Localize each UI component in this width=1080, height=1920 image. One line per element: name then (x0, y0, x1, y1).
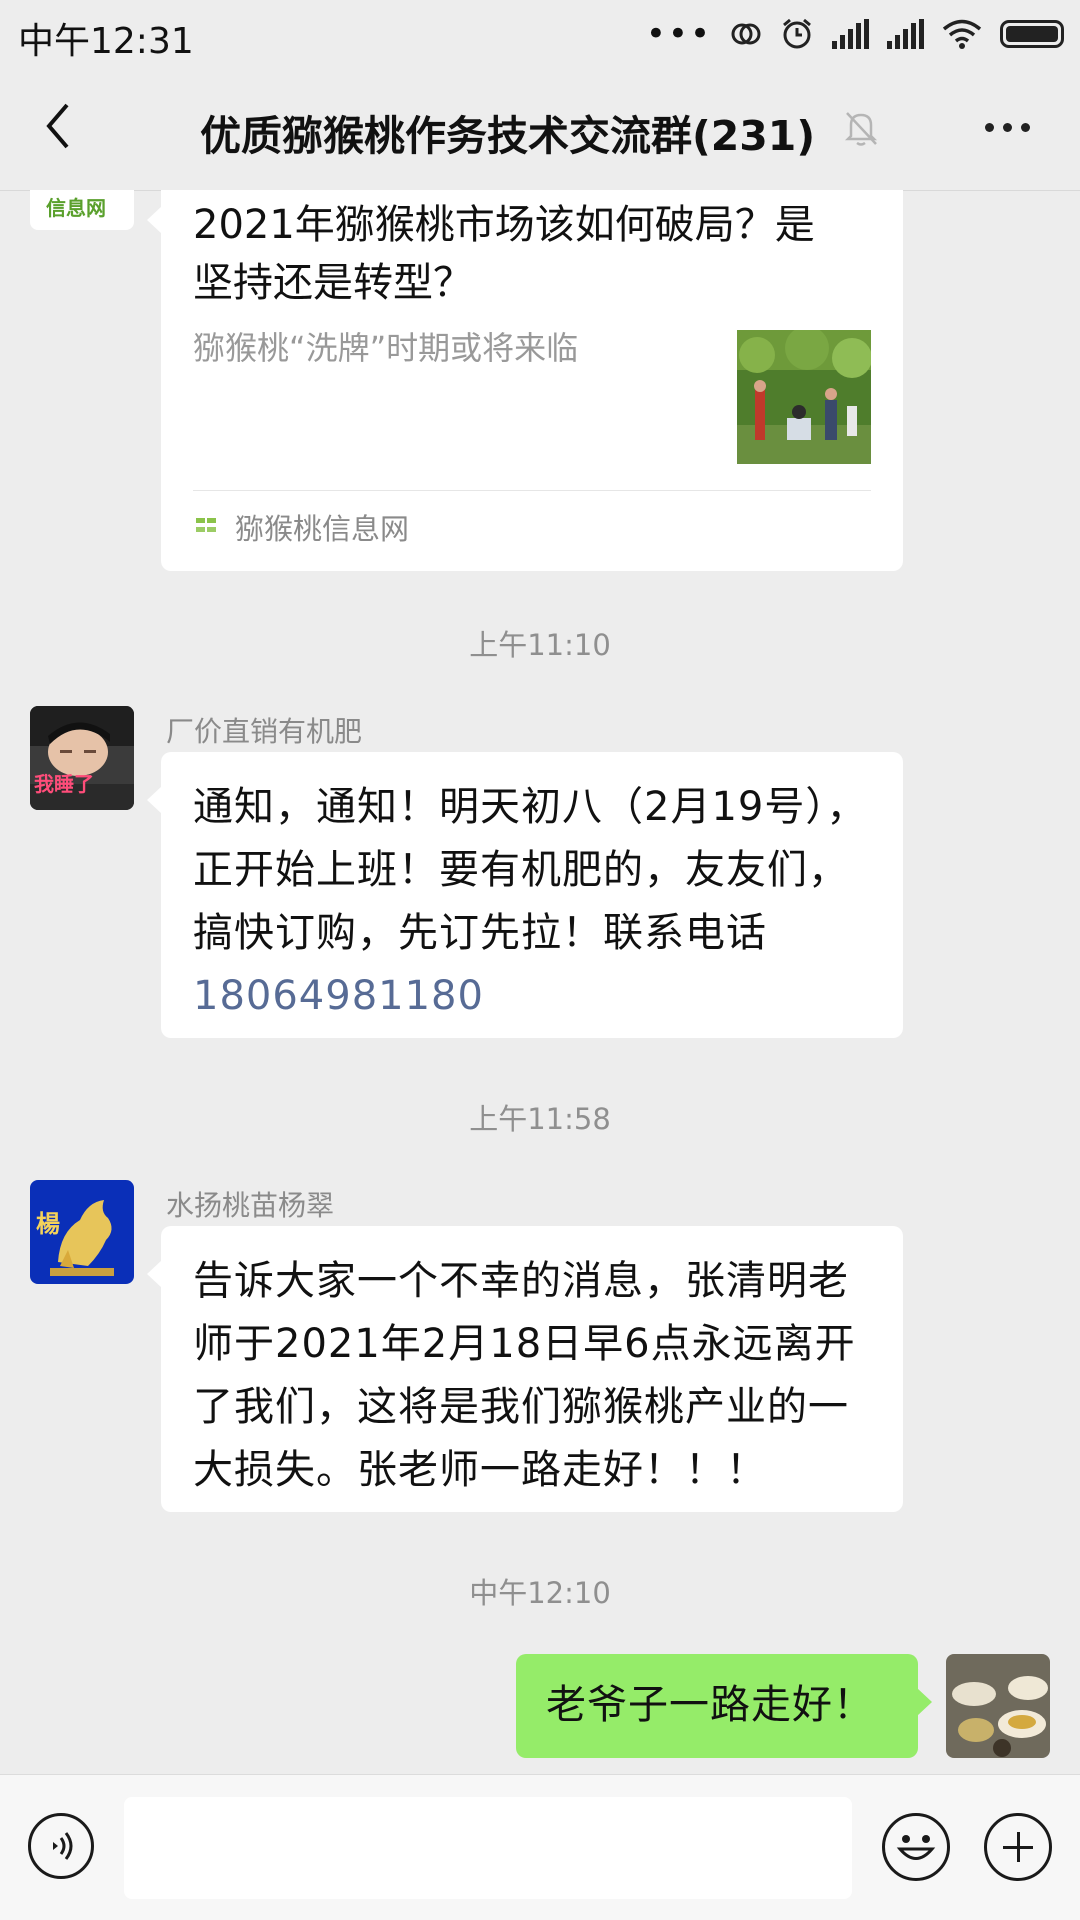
emoji-icon (896, 1835, 936, 1860)
sender-name: 厂价直销有机肥 (166, 715, 363, 748)
status-icons: ••• (646, 14, 1064, 54)
link-card-source: 猕猴桃信息网 (235, 512, 410, 546)
voice-icon (53, 1832, 73, 1860)
title-bar: 优质猕猴桃作务技术交流群(231) (0, 66, 1080, 191)
link-icon (731, 23, 761, 45)
message-input[interactable] (124, 1797, 852, 1899)
chat-screen: 中午12:31 ••• 优质猕猴桃作务技术交流群(231) 信息网 2021年猕… (0, 0, 1080, 1920)
chat-title: 优质猕猴桃作务技术交流群(231) (200, 112, 816, 160)
message-text: 告诉大家一个不幸的消息，张清明老师于2021年2月18日早6点永远离开了我们，这… (193, 1258, 856, 1493)
message-text: 老爷子一路走好！ (546, 1682, 874, 1728)
battery-icon (1000, 20, 1064, 48)
dot (1002, 122, 1012, 132)
signal-icon (887, 19, 924, 49)
avatar-caption: 我睡了 (34, 772, 94, 796)
avatar[interactable]: 我睡了 (30, 706, 134, 810)
timestamp: 中午12:10 (469, 1576, 611, 1610)
voice-button[interactable] (28, 1813, 94, 1879)
wifi-icon (942, 19, 982, 49)
bell-muted-icon (844, 112, 878, 146)
message-body: 通知，通知！明天初八（2月19号），正开始上班！要有机肥的，友友们，搞快订购，先… (193, 784, 868, 956)
avatar[interactable]: 楊 (30, 1180, 134, 1284)
link-card-description: 猕猴桃“洗牌”时期或将来临 (193, 329, 579, 367)
dot (1020, 122, 1030, 132)
status-time: 中午12:31 (18, 21, 194, 62)
link-card[interactable]: 2021年猕猴桃市场该如何破局？是坚持还是转型？ 猕猴桃“洗牌”时期或将来临 猕… (147, 190, 903, 571)
message-text: 通知，通知！明天初八（2月19号），正开始上班！要有机肥的，友友们，搞快订购，先… (193, 776, 875, 1028)
input-bar (0, 1774, 1080, 1920)
message-bubble-self[interactable]: 老爷子一路走好！ (516, 1654, 932, 1758)
message-bubble[interactable]: 通知，通知！明天初八（2月19号），正开始上班！要有机肥的，友友们，搞快订购，先… (147, 752, 903, 1038)
back-button[interactable] (28, 96, 88, 156)
timestamp: 上午11:10 (469, 628, 611, 662)
avatar-self[interactable] (946, 1654, 1050, 1758)
message-list[interactable]: 信息网 2021年猕猴桃市场该如何破局？是坚持还是转型？ 猕猴桃“洗牌”时期或将… (0, 190, 1080, 1774)
alarm-icon (783, 18, 811, 49)
more-dots-icon: ••• (645, 14, 712, 54)
avatar[interactable]: 信息网 (30, 190, 134, 230)
link-card-thumbnail (737, 330, 871, 464)
signal-icon (832, 19, 869, 49)
emoji-button[interactable] (882, 1813, 950, 1881)
plus-button[interactable] (984, 1813, 1052, 1881)
source-logo-icon (193, 512, 219, 538)
chevron-left-icon (46, 103, 69, 149)
phone-link[interactable]: 18064981180 (193, 973, 484, 1019)
status-bar: 中午12:31 ••• (0, 0, 1080, 66)
sender-name: 水扬桃苗杨翠 (166, 1189, 335, 1222)
more-button[interactable] (972, 102, 1042, 152)
timestamp: 上午11:58 (469, 1102, 611, 1136)
message-bubble[interactable]: 告诉大家一个不幸的消息，张清明老师于2021年2月18日早6点永远离开了我们，这… (147, 1226, 903, 1512)
link-card-title: 2021年猕猴桃市场该如何破局？是坚持还是转型？ (193, 202, 815, 306)
link-card-divider (193, 490, 871, 491)
dot (984, 122, 994, 132)
avatar-caption: 楊 (36, 1210, 60, 1238)
avatar-text: 信息网 (46, 196, 106, 220)
